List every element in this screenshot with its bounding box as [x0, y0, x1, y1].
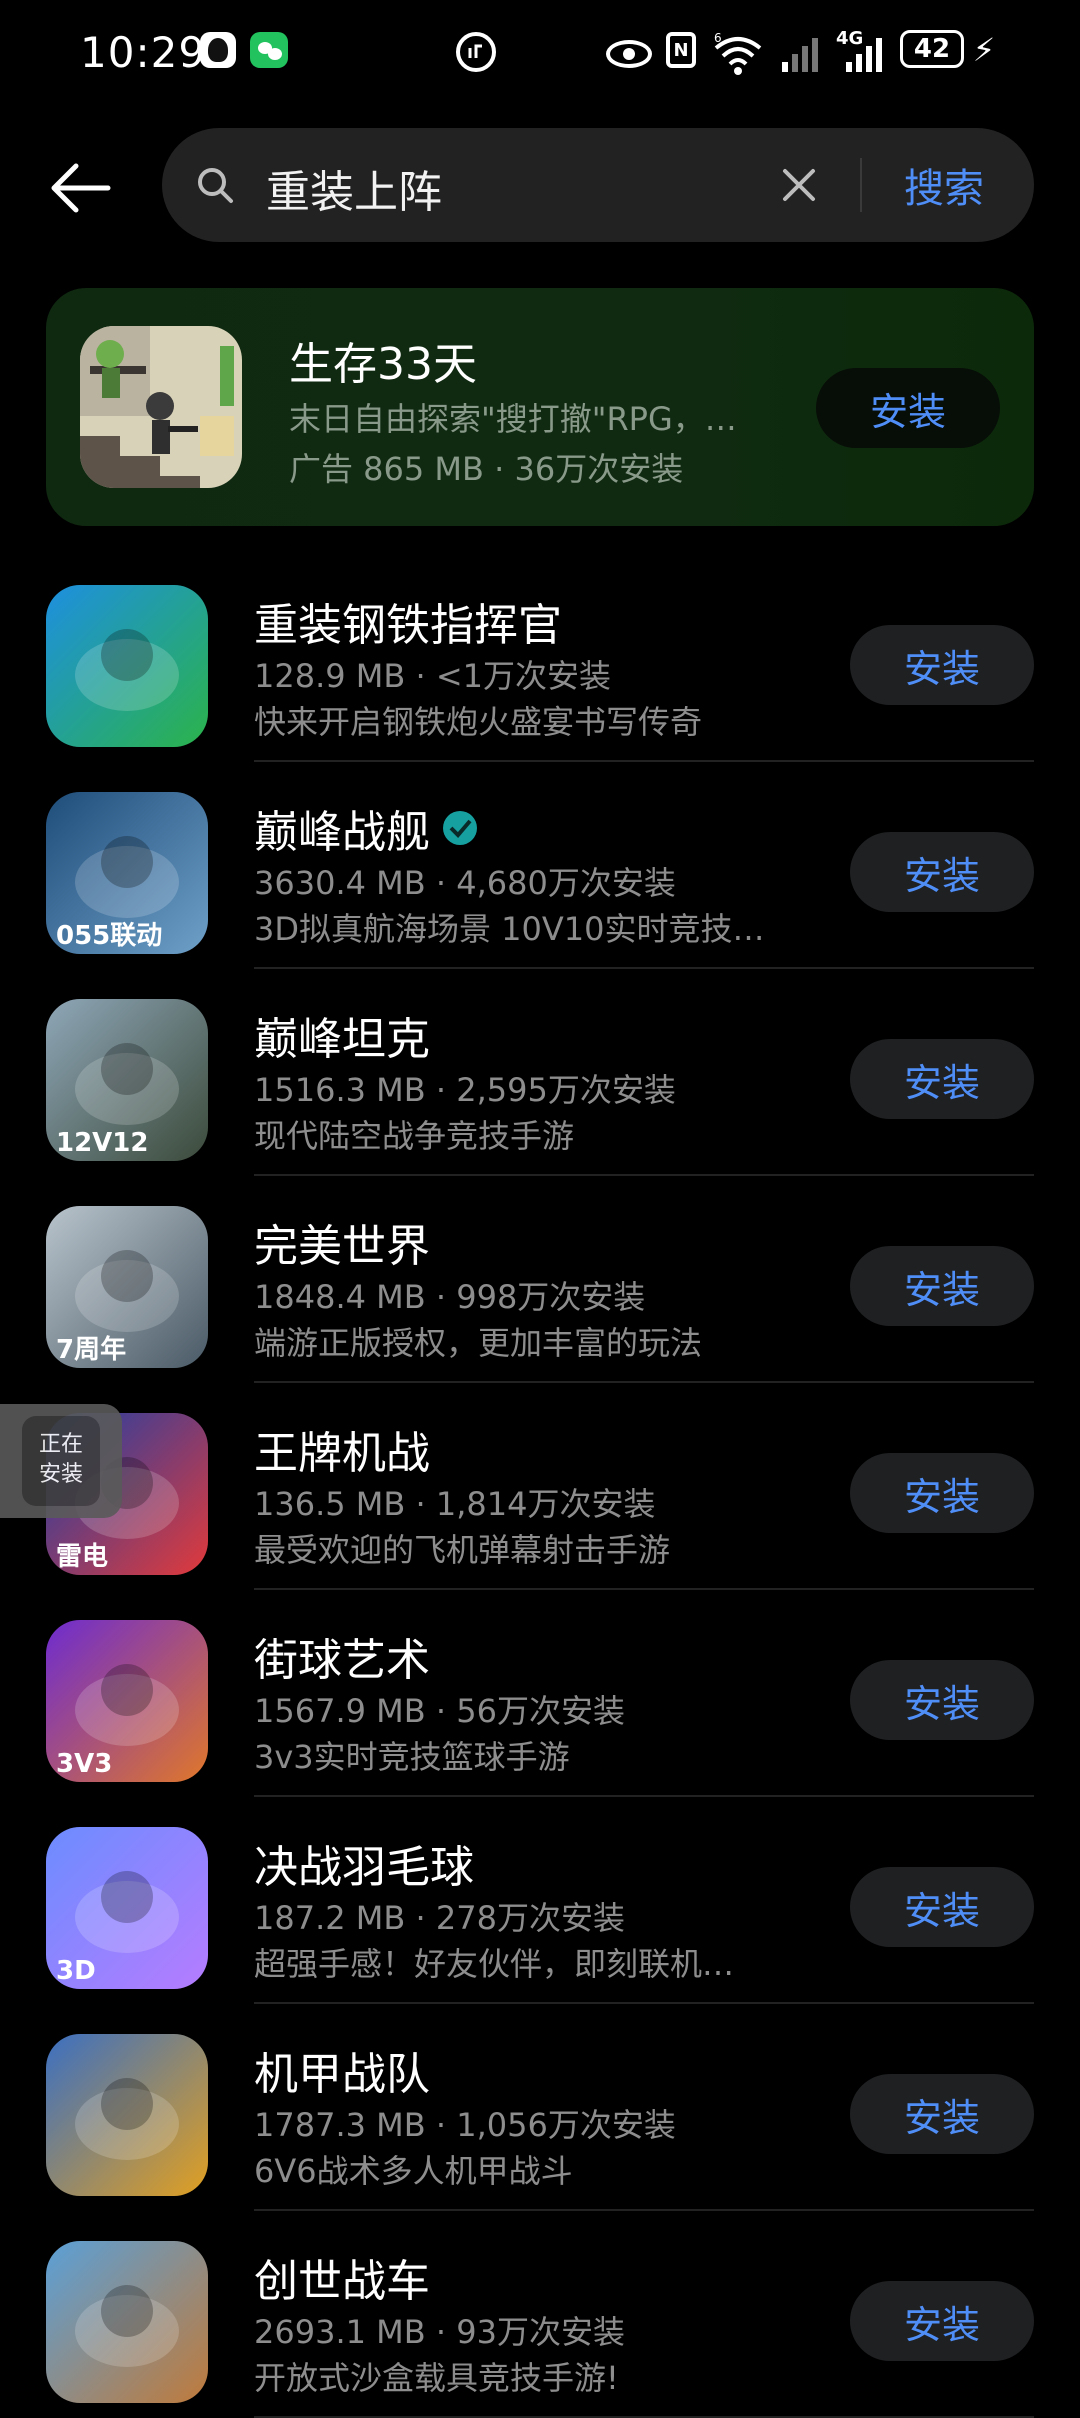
install-button[interactable]: 安装 [850, 1039, 1034, 1119]
app-description: 端游正版授权，更加丰富的玩法 [254, 1324, 703, 1362]
install-button[interactable]: 安装 [850, 2074, 1034, 2154]
app-meta: 136.5 MB · 1,814万次安装 [254, 1485, 656, 1523]
svg-text:6: 6 [714, 32, 722, 45]
svg-text:3V3: 3V3 [56, 1749, 112, 1779]
survival-game-icon [80, 326, 242, 488]
ad-description: 末日自由探索"搜打撤"RPG，… [289, 400, 737, 438]
app-meta: 1516.3 MB · 2,595万次安装 [254, 1071, 676, 1109]
focus-mode-icon [456, 32, 496, 72]
eye-comfort-icon [606, 40, 652, 68]
svg-text:12V12: 12V12 [56, 1128, 149, 1158]
list-item[interactable]: 3V3 街球艺术 1567.9 MB · 56万次安装 3v3实时竞技篮球手游 … [0, 1590, 1080, 1797]
list-item[interactable]: 3D 决战羽毛球 187.2 MB · 278万次安装 超强手感！好友伙伴，即刻… [0, 1797, 1080, 2004]
armored-car-game-icon [46, 2241, 208, 2403]
nfc-icon: N [666, 32, 696, 68]
app-name: 巅峰战舰 [254, 796, 480, 860]
white-tiger-game-icon: 7周年 [46, 1206, 208, 1368]
app-description: 开放式沙盒载具竞技手游! [254, 2359, 619, 2397]
badminton-game-icon: 3D [46, 1827, 208, 1989]
app-name: 街球艺术 [254, 1635, 430, 1686]
tank-game-icon [46, 585, 208, 747]
app-meta: 187.2 MB · 278万次安装 [254, 1899, 625, 1937]
list-item[interactable]: 12V12 巅峰坦克 1516.3 MB · 2,595万次安装 现代陆空战争竞… [0, 969, 1080, 1176]
svg-text:雷电: 雷电 [56, 1542, 108, 1572]
clock: 10:29 [80, 28, 207, 77]
app-description: 6V6战术多人机甲战斗 [254, 2152, 573, 2190]
list-item[interactable]: 创世战车 2693.1 MB · 93万次安装 开放式沙盒载具竞技手游! 安装 [0, 2211, 1080, 2418]
app-description: 最受欢迎的飞机弹幕射击手游 [254, 1531, 671, 1569]
svg-text:3D: 3D [56, 1956, 96, 1986]
app-meta: 2693.1 MB · 93万次安装 [254, 2313, 625, 2351]
helicopter-game-icon: 12V12 [46, 999, 208, 1161]
app-description: 快来开启钢铁炮火盛宴书写传奇 [254, 703, 703, 741]
app-meta: 1787.3 MB · 1,056万次安装 [254, 2106, 676, 2144]
ad-title: 生存33天 [289, 339, 477, 390]
clear-icon[interactable] [780, 166, 818, 204]
battery-icon: 42 [900, 30, 964, 68]
charging-icon: ⚡ [972, 31, 996, 69]
app-name: 王牌机战 [254, 1428, 430, 1479]
mecha-robot-game-icon [46, 2034, 208, 2196]
install-button[interactable]: 安装 [850, 2281, 1034, 2361]
list-item[interactable]: 机甲战队 1787.3 MB · 1,056万次安装 6V6战术多人机甲战斗 安… [0, 2004, 1080, 2211]
app-name: 重装钢铁指挥官 [254, 600, 562, 651]
search-button[interactable]: 搜索 [904, 156, 984, 214]
app-name: 巅峰坦克 [254, 1014, 430, 1065]
app-description: 3v3实时竞技篮球手游 [254, 1738, 570, 1776]
app-description: 超强手感！好友伙伴，即刻联机… [254, 1945, 735, 1983]
wifi-icon: 6 [710, 32, 766, 76]
app-name: 创世战车 [254, 2256, 430, 2307]
install-button[interactable]: 安装 [850, 1867, 1034, 1947]
app-name: 机甲战队 [254, 2049, 430, 2100]
installing-floater-label: 正在 安装 [22, 1416, 100, 1506]
install-button[interactable]: 安装 [850, 1246, 1034, 1326]
ad-meta: 广告 865 MB · 36万次安装 [289, 450, 684, 488]
signal-sim1-icon [776, 32, 824, 72]
install-button[interactable]: 安装 [850, 625, 1034, 705]
search-divider [860, 158, 862, 212]
basketball-game-icon: 3V3 [46, 1620, 208, 1782]
install-button[interactable]: 安装 [850, 1660, 1034, 1740]
qq-icon [200, 32, 236, 68]
installing-floater[interactable]: 正在 安装 [0, 1404, 122, 1518]
back-arrow-icon[interactable] [46, 155, 112, 221]
ad-install-button[interactable]: 安装 [816, 368, 1000, 448]
app-name: 决战羽毛球 [254, 1842, 474, 1893]
warship-game-icon: 055联动 [46, 792, 208, 954]
search-bar[interactable]: 重装上阵 搜索 [162, 128, 1034, 242]
list-item[interactable]: 7周年 完美世界 1848.4 MB · 998万次安装 端游正版授权，更加丰富… [0, 1176, 1080, 1383]
svg-text:055联动: 055联动 [56, 921, 162, 951]
search-input[interactable]: 重装上阵 [266, 156, 442, 220]
app-meta: 1848.4 MB · 998万次安装 [254, 1278, 646, 1316]
svg-text:7周年: 7周年 [56, 1334, 126, 1365]
app-description: 现代陆空战争竞技手游 [254, 1117, 575, 1155]
install-button[interactable]: 安装 [850, 1453, 1034, 1533]
signal-sim2-icon: 4G [836, 28, 892, 72]
status-bar: 10:29 N 6 4G 42 ⚡ [0, 0, 1080, 110]
list-item[interactable]: 055联动 巅峰战舰 3630.4 MB · 4,680万次安装 3D拟真航海场… [0, 762, 1080, 969]
ad-card[interactable]: 生存33天 末日自由探索"搜打撤"RPG，… 广告 865 MB · 36万次安… [46, 288, 1034, 526]
list-item[interactable]: 雷电 王牌机战 136.5 MB · 1,814万次安装 最受欢迎的飞机弹幕射击… [0, 1383, 1080, 1590]
app-name: 完美世界 [254, 1221, 430, 1272]
list-item[interactable]: 重装钢铁指挥官 128.9 MB · <1万次安装 快来开启钢铁炮火盛宴书写传奇… [0, 555, 1080, 762]
search-icon [196, 166, 234, 204]
app-meta: 128.9 MB · <1万次安装 [254, 657, 612, 695]
app-meta: 1567.9 MB · 56万次安装 [254, 1692, 625, 1730]
verified-icon [440, 808, 480, 848]
app-meta: 3630.4 MB · 4,680万次安装 [254, 864, 676, 902]
app-description: 3D拟真航海场景 10V10实时竞技… [254, 910, 765, 948]
wechat-icon [250, 32, 288, 68]
install-button[interactable]: 安装 [850, 832, 1034, 912]
